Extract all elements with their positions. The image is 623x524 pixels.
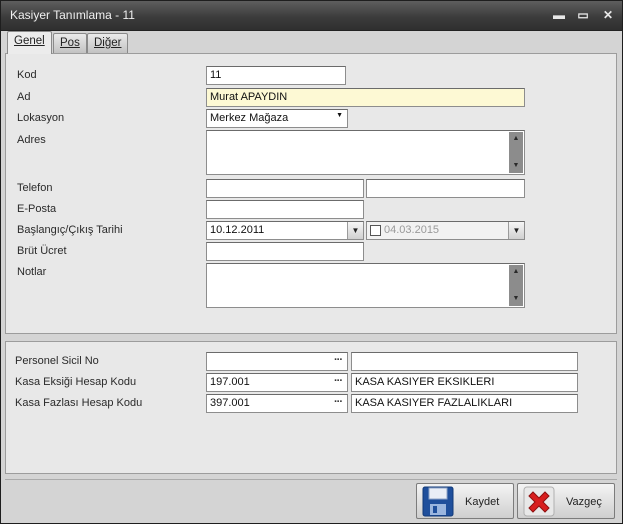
tab-pos[interactable]: Pos	[53, 33, 87, 53]
fazla-label: Kasa Fazlası Hesap Kodu	[15, 397, 143, 409]
eksik-name-field: KASA KASIYER EKSIKLERI	[351, 373, 578, 392]
notlar-scrollbar[interactable]: ▲ ▼	[509, 265, 523, 306]
telefon-field-1[interactable]	[206, 179, 364, 198]
adres-field[interactable]: ▲ ▼	[206, 130, 525, 175]
eposta-label: E-Posta	[17, 203, 57, 215]
eksik-label: Kasa Eksiği Hesap Kodu	[15, 376, 137, 388]
sicil-lookup-icon[interactable]: ···	[331, 353, 345, 370]
end-date-dropdown-icon[interactable]: ▼	[508, 222, 524, 239]
window-title: Kasiyer Tanımlama - 11	[10, 8, 135, 22]
fazla-code-field[interactable]: 397.001 ···	[206, 394, 348, 413]
notlar-field[interactable]: ▲ ▼	[206, 263, 525, 308]
lokasyon-value: Merkez Mağaza	[210, 112, 289, 124]
sicil-label: Personel Sicil No	[15, 355, 99, 367]
eksik-lookup-icon[interactable]: ···	[331, 374, 345, 391]
close-icon[interactable]: ✕	[598, 6, 618, 24]
cancel-label: Vazgeç	[566, 496, 602, 508]
adres-label: Adres	[17, 134, 46, 146]
lokasyon-select[interactable]: Merkez Mağaza ▼	[206, 109, 348, 128]
lokasyon-label: Lokasyon	[17, 112, 65, 124]
end-date-checkbox[interactable]	[370, 225, 381, 236]
end-date-value: 04.03.2015	[384, 224, 440, 236]
ad-label: Ad	[17, 91, 31, 103]
tab-diger[interactable]: Diğer	[87, 33, 129, 53]
chevron-down-icon[interactable]: ▼	[336, 112, 343, 119]
general-panel: Kod 11 Ad Murat APAYDIN Lokasyon Merkez …	[5, 53, 617, 334]
scroll-up-icon[interactable]: ▲	[509, 266, 523, 278]
start-date-dropdown-icon[interactable]: ▼	[347, 222, 363, 239]
start-date-value: 10.12.2011	[210, 224, 265, 236]
eposta-field[interactable]	[206, 200, 364, 219]
adres-scrollbar[interactable]: ▲ ▼	[509, 132, 523, 173]
telefon-field-2[interactable]	[366, 179, 525, 198]
notlar-label: Notlar	[17, 266, 47, 278]
tab-genel[interactable]: Genel	[7, 31, 52, 54]
accounts-panel: Personel Sicil No ··· Kasa Eksiği Hesap …	[5, 341, 617, 474]
scroll-down-icon[interactable]: ▼	[509, 293, 523, 305]
floppy-disk-icon	[422, 486, 454, 517]
ad-field[interactable]: Murat APAYDIN	[206, 88, 525, 107]
cashier-definition-window: Kasiyer Tanımlama - 11 ▬ ▭ ✕ Genel Pos D…	[0, 0, 623, 524]
eksik-code-field[interactable]: 197.001 ···	[206, 373, 348, 392]
end-date-field[interactable]: 04.03.2015 ▼	[366, 221, 525, 240]
tab-strip: Genel Pos Diğer	[1, 31, 622, 54]
sicil-name-field	[351, 352, 578, 371]
cancel-button[interactable]: Vazgeç	[517, 483, 615, 519]
telefon-label: Telefon	[17, 182, 53, 194]
brut-field[interactable]	[206, 242, 364, 261]
brut-label: Brüt Ücret	[17, 245, 67, 257]
sicil-code-field[interactable]: ···	[206, 352, 348, 371]
maximize-icon[interactable]: ▭	[573, 6, 593, 24]
kod-label: Kod	[17, 69, 37, 81]
save-button[interactable]: Kaydet	[416, 483, 514, 519]
tarih-label: Başlangıç/Çıkış Tarihi	[17, 224, 123, 236]
fazla-lookup-icon[interactable]: ···	[331, 395, 345, 412]
title-bar[interactable]: Kasiyer Tanımlama - 11 ▬ ▭ ✕	[1, 1, 622, 31]
fazla-name-field: KASA KASIYER FAZLALIKLARI	[351, 394, 578, 413]
scroll-up-icon[interactable]: ▲	[509, 133, 523, 145]
kod-field[interactable]: 11	[206, 66, 346, 85]
scroll-down-icon[interactable]: ▼	[509, 160, 523, 172]
eksik-code-value: 197.001	[210, 376, 250, 388]
save-label: Kaydet	[465, 496, 500, 508]
minimize-icon[interactable]: ▬	[549, 6, 569, 24]
fazla-code-value: 397.001	[210, 397, 250, 409]
start-date-field[interactable]: 10.12.2011 ▼	[206, 221, 364, 240]
cancel-x-icon	[523, 486, 555, 517]
